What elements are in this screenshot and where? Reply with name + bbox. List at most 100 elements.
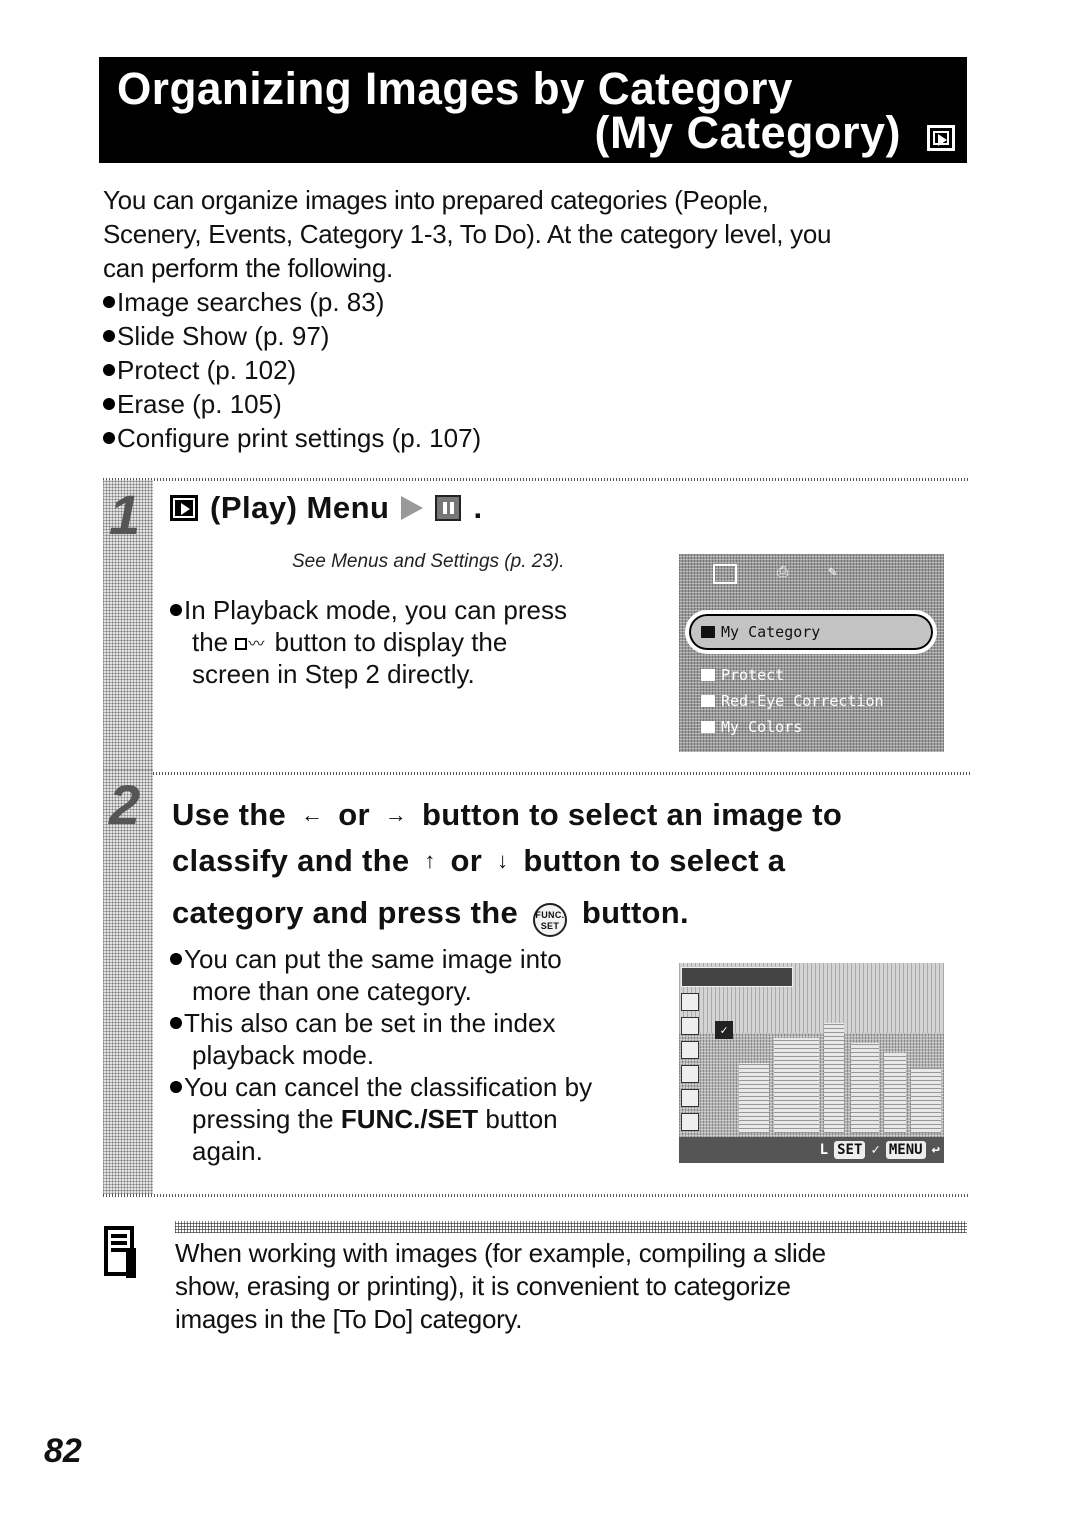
list-item-text: pressing the [192,1104,334,1134]
settings-tab-icon: ✎ [828,564,837,580]
lcd-category-icons [681,993,699,1155]
heading-text: classify and the [172,843,410,878]
list-item-text: Configure print settings (p. 107) [117,423,482,453]
lcd-menu-item-protect: Protect [701,666,784,684]
camera-menu-screenshot: ⎙ ✎ My Category Protect Red-Eye Correcti… [679,554,944,752]
page-number: 82 [44,1432,82,1470]
list-item: Protect (p. 102) [103,353,481,387]
step-1-strip: 1 [103,480,153,770]
heading-text: Use the [172,797,287,832]
section-divider [150,772,970,775]
lcd-building [851,1043,879,1133]
image-size-label: L [819,1142,829,1158]
list-item-continuation: the button to display the [170,626,567,661]
func-set-label: FUNC./SET [340,1104,479,1134]
list-item: Image searches (p. 83) [103,285,481,319]
bullet-icon [103,296,115,308]
lcd-menu-item-label: My Colors [721,718,803,736]
step-1-heading-end: . [473,490,483,525]
lcd-menu-item-label: Protect [721,666,785,684]
list-item-text: button to display the [274,627,508,657]
lcd-building [911,1068,941,1133]
bullet-icon [103,398,115,410]
lcd-category-label [681,967,793,987]
bullet-icon [170,1017,182,1029]
bullet-icon [103,432,115,444]
down-arrow-icon: ↓ [497,848,509,873]
step-2-heading: Use the ← or → button to select an image… [172,792,972,937]
section-divider [103,1194,970,1197]
list-item: You can cancel the classification by [170,1071,592,1103]
lcd-building [824,1023,844,1133]
list-item-text: button [485,1104,558,1134]
intro-paragraph: You can organize images into prepared ca… [103,183,963,285]
play-mode-icon [170,495,198,521]
lcd-building [739,1063,769,1133]
step-1-heading-text: (Play) Menu [210,490,390,525]
feature-list: Image searches (p. 83) Slide Show (p. 97… [103,285,481,455]
my-category-icon [435,495,462,521]
camera-category-screenshot: ✓ L SET ✓ MENU ↩ [679,963,944,1163]
note-line: When working with images (for example, c… [175,1238,826,1268]
heading-text: button to select a [523,843,786,878]
list-item-text: Protect (p. 102) [117,355,297,385]
list-item-text: You can put the same image into [184,944,562,974]
list-item-text: Image searches (p. 83) [117,287,385,317]
menu-arrow-icon [401,496,424,520]
note-line: images in the [To Do] category. [175,1304,523,1334]
section-divider [103,478,970,481]
lcd-menu-item-my-category: My Category [701,623,820,641]
heading-text: button. [581,895,689,930]
list-item-text: In Playback mode, you can press [184,595,567,625]
lcd-menu-item-label: My Category [721,623,821,641]
intro-line: Scenery, Events, Category 1-3, To Do). A… [103,219,832,249]
key-icon [701,669,715,681]
note-divider [175,1221,967,1233]
list-item: Erase (p. 105) [103,387,481,421]
list-item-text: You can cancel the classification by [184,1072,593,1102]
list-item-continuation: screen in Step 2 directly. [192,659,475,689]
lcd-menu-item-red-eye: Red-Eye Correction [701,692,884,710]
list-item-continuation: again. [192,1136,263,1166]
play-tab-icon [713,564,737,584]
red-eye-icon [701,695,715,707]
play-mode-icon [927,125,955,151]
category-2-icon [681,1089,699,1107]
list-item: In Playback mode, you can press [170,594,567,626]
lcd-menu-tabs: ⎙ ✎ [713,564,837,584]
note-text: When working with images (for example, c… [175,1237,975,1336]
bullet-icon [103,364,115,376]
page-title-line2: (My Category) [594,107,901,158]
list-item-text: This also can be set in the index [184,1008,556,1038]
lcd-check-label: ✓ [871,1142,880,1158]
step-1-bullets: In Playback mode, you can press the butt… [170,594,567,690]
bullet-icon [170,604,182,616]
bullet-icon [170,1081,182,1093]
left-arrow-icon: ← [301,802,324,827]
lcd-menu-label: MENU [885,1141,926,1159]
see-reference: See Menus and Settings (p. 23). [292,551,565,572]
step-1-number: 1 [109,483,141,546]
list-item: Configure print settings (p. 107) [103,421,481,455]
lcd-menu-item-my-colors: My Colors [701,718,802,736]
intro-line: You can organize images into prepared ca… [103,185,769,215]
func-set-button-icon: FUNC. SET [532,903,567,937]
heading-text: button to select an image to [422,797,843,832]
bullet-icon [170,953,182,965]
category-1-icon [681,1065,699,1083]
lcd-building [884,1053,906,1133]
bullet-icon [103,330,115,342]
list-item-continuation: pressing the FUNC./SET button [170,1103,592,1135]
my-category-icon [701,626,715,638]
func-icon-label: SET [540,921,560,931]
category-people-icon [681,993,699,1011]
lcd-check-icon: ✓ [715,1021,733,1039]
step-2-bullets: You can put the same image into more tha… [170,943,592,1167]
back-icon: ↩ [931,1142,940,1158]
list-item-text: Slide Show (p. 97) [117,321,330,351]
list-item: You can put the same image into [170,943,592,975]
heading-text: category and press the [172,895,518,930]
heading-text: or [450,843,483,878]
category-scenery-icon [681,1017,699,1035]
right-arrow-icon: → [384,802,408,827]
